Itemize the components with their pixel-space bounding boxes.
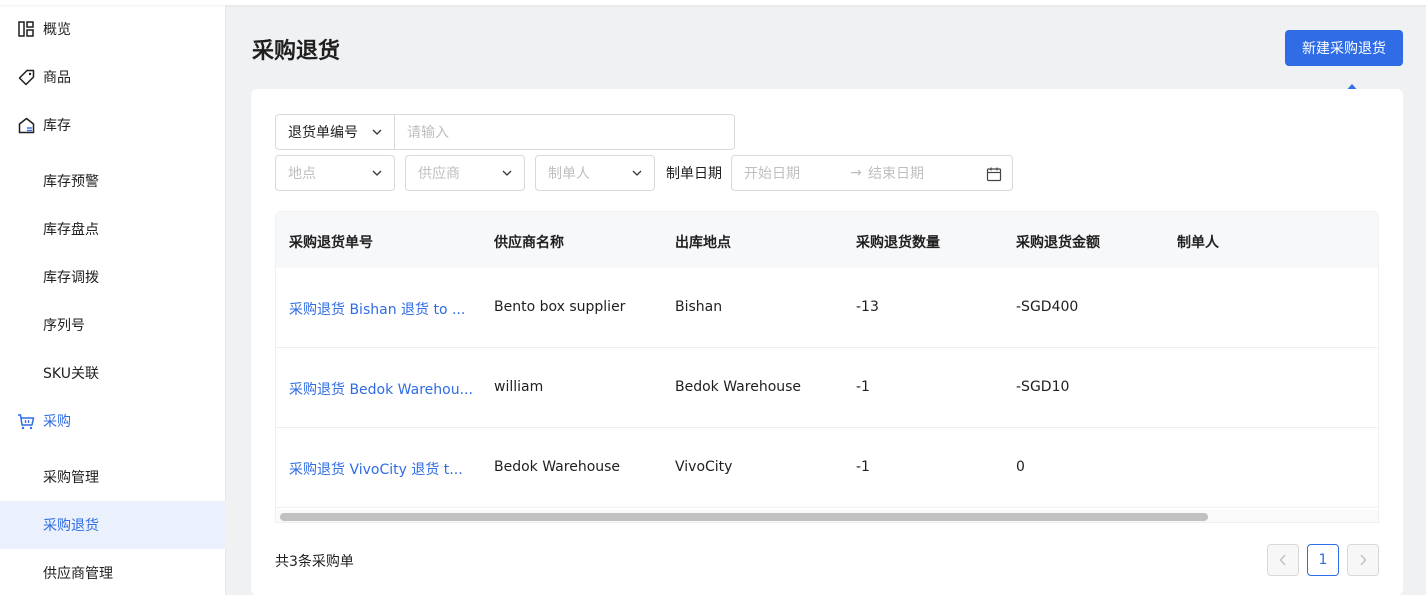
column-header: 采购退货数量 (856, 235, 940, 251)
scrollbar-thumb[interactable] (280, 513, 1208, 521)
supplier-cell: william (494, 379, 544, 395)
sidebar-item-label: 序列号 (43, 318, 85, 334)
calendar-icon (986, 167, 1002, 182)
supplier-cell: Bento box supplier (494, 299, 626, 315)
quantity-cell: -13 (856, 299, 879, 315)
end-date-input[interactable]: 结束日期 (868, 163, 924, 183)
purchase-return-table: 采购退货单号 供应商名称 出库地点 采购退货数量 采购退货金额 制单人 采购退货… (275, 211, 1379, 523)
return-number-link[interactable]: 采购退货 VivoCity 退货 t... (289, 459, 463, 479)
start-date-input[interactable]: 开始日期 (744, 163, 844, 183)
total-count: 共3条采购单 (275, 554, 354, 570)
location-select[interactable]: 地点 (275, 155, 395, 191)
column-header: 出库地点 (675, 235, 731, 251)
sidebar-item-inventory-alert[interactable]: 库存预警 (0, 157, 226, 205)
return-number-link[interactable]: 采购退货 Bishan 退货 to ... (289, 299, 465, 319)
location-cell: Bedok Warehouse (675, 379, 802, 395)
sidebar-item-label: 概览 (43, 22, 71, 38)
chevron-down-icon (632, 170, 642, 176)
sidebar-item-overview[interactable]: 概览 (0, 5, 226, 53)
column-header: 采购退货金额 (1016, 235, 1100, 251)
sidebar-item-label: 库存盘点 (43, 222, 99, 238)
horizontal-scrollbar[interactable] (276, 510, 1378, 522)
sidebar-item-purchase-management[interactable]: 采购管理 (0, 453, 226, 501)
overview-icon (16, 19, 36, 39)
sidebar-item-purchase-return[interactable]: 采购退货 (0, 501, 226, 549)
date-range-picker[interactable]: 开始日期 → 结束日期 (731, 155, 1013, 191)
return-number-link[interactable]: 采购退货 Bedok Warehou... (289, 379, 473, 399)
location-cell: VivoCity (675, 459, 733, 475)
table-row[interactable]: 采购退货 Bedok Warehou... william Bedok Ware… (276, 348, 1378, 428)
prev-page-button[interactable] (1267, 544, 1299, 576)
sidebar-item-inventory[interactable]: 库存 (0, 101, 226, 149)
location-cell: Bishan (675, 299, 723, 315)
page-button-current[interactable]: 1 (1307, 544, 1339, 576)
number-search-input[interactable]: 请输入 (395, 122, 734, 142)
sidebar-item-label: 库存调拨 (43, 270, 99, 286)
table-header: 采购退货单号 供应商名称 出库地点 采购退货数量 采购退货金额 制单人 (276, 212, 1378, 268)
supplier-placeholder: 供应商 (418, 166, 460, 182)
top-bar (0, 0, 1426, 5)
chevron-down-icon (372, 129, 382, 135)
column-header: 供应商名称 (494, 235, 564, 251)
amount-cell: -SGD10 (1016, 379, 1070, 395)
list-card: 退货单编号 请输入 地点 供应商 制单人 制单日期 开始日期 → 结束日期 采购… (251, 89, 1403, 595)
sidebar-item-stocktake[interactable]: 库存盘点 (0, 205, 226, 253)
sidebar-item-label: 商品 (43, 70, 71, 86)
supplier-cell: Bedok Warehouse (494, 459, 621, 475)
table-row[interactable]: 采购退货 Bishan 退货 to ... Bento box supplier… (276, 268, 1378, 348)
quantity-cell: -1 (856, 379, 870, 395)
creator-select[interactable]: 制单人 (535, 155, 655, 191)
table-row[interactable]: 采购退货 VivoCity 退货 t... Bedok Warehouse Vi… (276, 428, 1378, 508)
chevron-left-icon (1279, 554, 1286, 566)
number-type-value: 退货单编号 (288, 125, 358, 141)
sidebar-item-purchase[interactable]: 采购 (0, 397, 226, 445)
page-title: 采购退货 (252, 39, 341, 64)
sidebar-item-sku-link[interactable]: SKU关联 (0, 349, 226, 397)
sidebar-item-label: 采购管理 (43, 470, 99, 486)
column-header: 制单人 (1177, 235, 1219, 251)
sidebar-item-label: 库存预警 (43, 174, 99, 190)
new-purchase-return-button[interactable]: 新建采购退货 (1285, 30, 1403, 66)
amount-cell: 0 (1016, 459, 1025, 475)
chevron-down-icon (372, 170, 382, 176)
chevron-right-icon (1360, 554, 1367, 566)
chevron-down-icon (502, 170, 512, 176)
date-range-separator: → (850, 165, 862, 181)
warehouse-icon (16, 115, 36, 135)
sidebar-item-label: 采购退货 (43, 518, 99, 534)
sidebar-item-label: 供应商管理 (43, 566, 113, 582)
main-content: 采购退货 新建采购退货 退货单编号 请输入 地点 供应商 制单人 制单日期 开始… (227, 0, 1426, 595)
sidebar-item-transfer[interactable]: 库存调拨 (0, 253, 226, 301)
location-placeholder: 地点 (288, 166, 316, 182)
sidebar-item-serial-number[interactable]: 序列号 (0, 301, 226, 349)
sidebar-item-label: 库存 (43, 118, 71, 134)
column-header: 采购退货单号 (289, 235, 373, 251)
creator-placeholder: 制单人 (548, 166, 590, 182)
number-search-group: 退货单编号 请输入 (275, 114, 735, 150)
sidebar-item-label: SKU关联 (43, 366, 99, 382)
sidebar-item-products[interactable]: 商品 (0, 53, 226, 101)
tag-icon (16, 67, 36, 87)
sidebar: 概览 商品 库存 库存预警 库存盘点 库存调拨 序列号 SKU关联 采购 采购管… (0, 0, 226, 595)
cart-icon (16, 411, 36, 431)
sidebar-item-supplier-management[interactable]: 供应商管理 (0, 549, 226, 595)
sidebar-item-label: 采购 (43, 414, 71, 430)
number-type-select[interactable]: 退货单编号 (276, 115, 395, 149)
supplier-select[interactable]: 供应商 (405, 155, 525, 191)
next-page-button[interactable] (1347, 544, 1379, 576)
date-filter-label: 制单日期 (666, 166, 722, 182)
amount-cell: -SGD400 (1016, 299, 1079, 315)
quantity-cell: -1 (856, 459, 870, 475)
